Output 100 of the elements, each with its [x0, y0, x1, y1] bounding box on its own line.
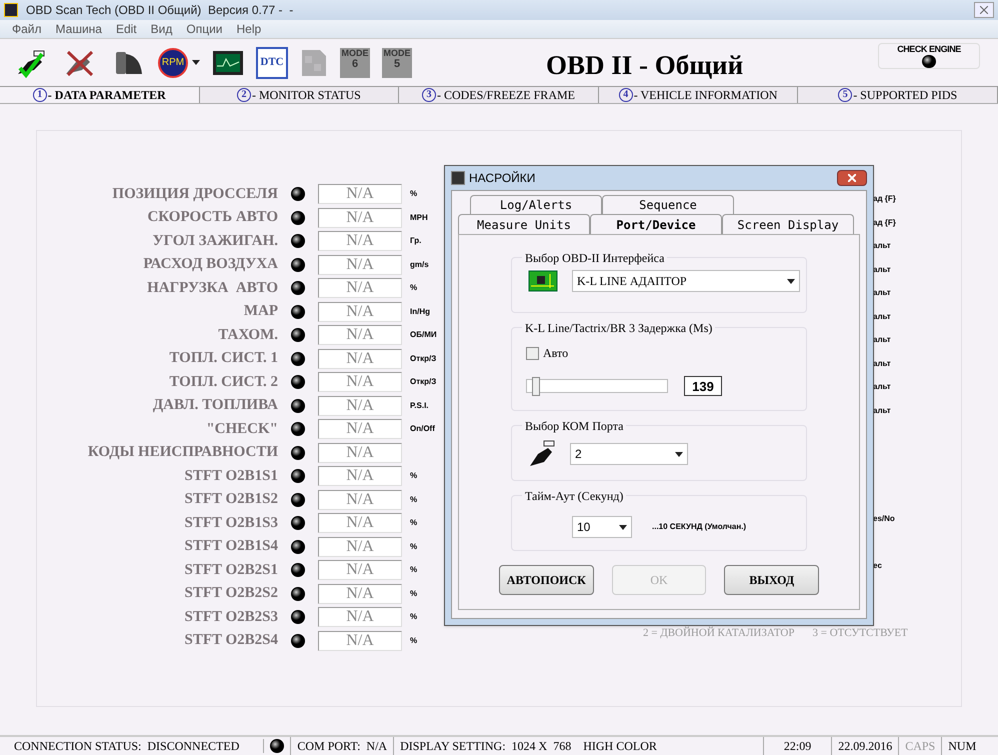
tab[interactable]: 1 - DATA PARAMETER — [0, 86, 200, 103]
checkbox[interactable] — [526, 346, 539, 360]
menu-item[interactable]: Файл — [12, 20, 42, 38]
menu-item[interactable]: Опции — [186, 20, 222, 38]
unit-label: On/Off — [410, 423, 435, 435]
tab[interactable]: Port/Device — [590, 214, 722, 235]
unit-label: альт — [873, 358, 892, 370]
status-text: 22.09.2016 — [831, 737, 898, 755]
status-light — [291, 540, 305, 554]
dialog-title: НАСРОЙКИ — [469, 170, 536, 187]
caret-icon — [787, 278, 795, 284]
unit-label: альт — [873, 334, 892, 346]
value-field: N/A — [318, 396, 402, 416]
legend-text: 3 = ОТСУТСТВУЕТ — [812, 626, 908, 641]
status-light — [291, 492, 305, 506]
status-light — [291, 563, 305, 577]
close-button[interactable] — [974, 2, 994, 18]
value-field: N/A — [318, 630, 402, 650]
parameter-label: STFT O2B1S3 — [183, 514, 278, 533]
unit-label: альт — [873, 287, 892, 299]
parameter-label: УГОЛ ЗАЖИГАН. — [152, 232, 278, 251]
tab[interactable]: Sequence — [602, 195, 734, 214]
tab[interactable]: 2 - MONITOR STATUS — [200, 86, 400, 103]
check-engine-label: CHECK ENGINE — [897, 44, 961, 55]
close-button[interactable] — [837, 170, 867, 186]
parameter-label: MAP — [242, 302, 278, 322]
unit-label: % — [410, 634, 418, 646]
tab[interactable]: 5 - SUPPORTED PIDS — [798, 86, 998, 103]
menu-item[interactable]: Edit — [116, 20, 137, 38]
status-light — [291, 328, 305, 342]
window-title: OBD Scan Tech (OBD II Общий) Версия 0.77 - - — [26, 2, 294, 19]
status-light — [291, 304, 305, 318]
dialog-button[interactable]: ВЫХОД — [724, 565, 820, 595]
menu-item[interactable]: Help — [236, 20, 262, 38]
value-field: N/A — [318, 490, 402, 510]
value-field: N/A — [318, 419, 402, 439]
value-field: N/A — [318, 302, 402, 322]
status-text: CAPS — [898, 737, 942, 755]
rpm-gauge-icon[interactable]: RPM — [158, 48, 188, 78]
timeout-hint: ...10 СЕКУНД (Умолчан.) — [652, 521, 746, 533]
status-light — [291, 634, 305, 648]
port-select[interactable]: 2 — [570, 443, 688, 465]
status-light — [291, 446, 305, 460]
unit-label: альт — [873, 310, 892, 322]
unit-label: % — [410, 282, 418, 294]
unit-label: MPH — [410, 212, 428, 224]
status-text: DISPLAY SETTING: 1024 X 768 HIGH COLOR — [393, 737, 663, 755]
status-light — [291, 352, 305, 366]
parameter-label: STFT O2B2S1 — [183, 560, 278, 580]
value-field: N/A — [318, 208, 402, 228]
unit-label: альт — [873, 240, 892, 252]
parameter-label: STFT O2B2S2 — [183, 584, 278, 604]
parameter-label: STFT O2B1S1 — [183, 466, 278, 486]
status-light — [291, 610, 305, 624]
parameter-label: STFT O2B1S4 — [183, 537, 278, 556]
parameter-label: STFT O2B2S3 — [183, 608, 278, 627]
dialog-button[interactable]: АВТОПОИСК — [499, 565, 594, 595]
tab[interactable]: 3 - CODES/FREEZE FRAME — [399, 86, 599, 103]
status-text: 22:09 — [762, 737, 832, 755]
serial-connector-icon — [528, 440, 556, 468]
slider-thumb[interactable] — [532, 377, 540, 396]
timeout-select[interactable]: 10 — [572, 516, 632, 538]
unit-label: P.S.I. — [410, 400, 429, 412]
dtc-button[interactable]: DTC — [256, 46, 288, 78]
status-light — [291, 469, 305, 483]
parameter-label: ТОПЛ. СИСТ. 1 — [168, 349, 278, 368]
unit-label: альт — [873, 381, 892, 393]
value-field: N/A — [318, 325, 402, 345]
caret-icon[interactable] — [192, 60, 200, 65]
tab[interactable]: Log/Alerts — [470, 195, 602, 214]
parameter-label: "CHECK" — [205, 420, 278, 439]
unit-label: Гр. — [410, 235, 422, 247]
status-light — [270, 739, 284, 753]
parameter-label: ТАХОМ. — [217, 326, 278, 345]
unit-label: % — [410, 540, 418, 552]
unit-label: gm/s — [410, 258, 429, 270]
status-light — [291, 281, 305, 295]
parameter-label: КОДЫ НЕИСПРАВНОСТИ — [86, 443, 278, 462]
tab[interactable]: 4 - VEHICLE INFORMATION — [598, 86, 798, 103]
unit-label: % — [410, 188, 418, 200]
parameter-label: STFT O2B1S2 — [183, 490, 278, 510]
value-field: N/A — [318, 184, 402, 204]
menu-item[interactable]: Вид — [150, 20, 172, 38]
parameter-label: ДАВЛ. ТОПЛИВА — [152, 396, 278, 416]
tab[interactable]: Measure Units — [458, 214, 590, 234]
oscilloscope-icon[interactable] — [212, 50, 244, 76]
status-light — [291, 516, 305, 530]
unit-label: % — [410, 588, 418, 600]
value-field: N/A — [318, 231, 402, 251]
unit-label: альт — [873, 264, 892, 276]
interface-select[interactable]: K-L LINE АДАПТОР — [572, 270, 800, 292]
value-field: N/A — [318, 372, 402, 392]
circuit-board-icon — [528, 270, 558, 292]
status-text: NUM — [941, 737, 982, 755]
value-field: N/A — [318, 536, 402, 556]
delay-field[interactable]: 139 — [684, 376, 722, 396]
value-field: N/A — [318, 278, 402, 298]
status-light — [291, 234, 305, 248]
menu-item[interactable]: Машина — [56, 20, 102, 38]
tab[interactable]: Screen Display — [722, 214, 854, 234]
